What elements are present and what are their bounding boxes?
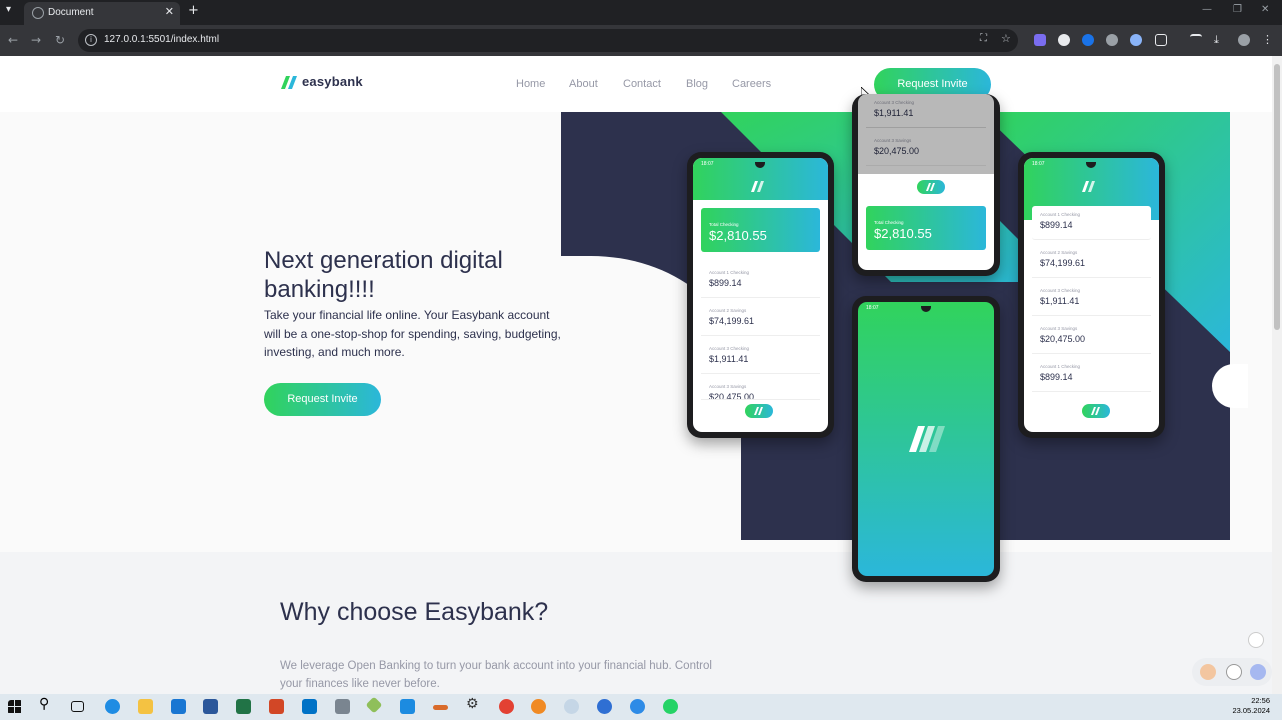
whatsapp-icon[interactable] bbox=[663, 699, 678, 714]
tab-search-icon[interactable]: ▾ bbox=[6, 4, 11, 15]
phone-mockup-left: 18:07 Total Checking $2,810.55 Account 1… bbox=[687, 152, 834, 438]
windows-start-icon[interactable] bbox=[8, 700, 23, 715]
logo-mark-icon bbox=[909, 426, 945, 452]
extension-icon[interactable] bbox=[1058, 34, 1070, 46]
phone-mockup-bottom: 18:07 bbox=[852, 296, 1000, 582]
minimize-icon[interactable]: — bbox=[1202, 4, 1212, 15]
nav-blog[interactable]: Blog bbox=[686, 78, 708, 90]
nav-careers[interactable]: Careers bbox=[732, 78, 771, 90]
app-icon[interactable] bbox=[433, 705, 448, 710]
system-clock[interactable]: 22:56 23.05.2024 bbox=[1232, 696, 1270, 716]
browser-menu-icon[interactable]: ⋮ bbox=[1262, 34, 1274, 46]
new-tab-icon[interactable]: + bbox=[188, 3, 199, 18]
hero-headline: Next generation digital banking!!!! bbox=[264, 247, 503, 303]
account-row: Account 3 Checking $1,911.41 bbox=[701, 340, 820, 374]
extension-icon[interactable] bbox=[1034, 34, 1046, 46]
account-row: Account 2 Savings $74,199.61 bbox=[1032, 244, 1151, 278]
extension-icon[interactable] bbox=[1106, 34, 1118, 46]
logo-mark-icon bbox=[754, 407, 763, 415]
extensions-puzzle-icon[interactable] bbox=[1155, 34, 1167, 46]
scrollbar-thumb[interactable] bbox=[1274, 64, 1280, 330]
download-icon[interactable]: ⤓ bbox=[1214, 34, 1226, 46]
browser-tab[interactable]: Document ✕ bbox=[24, 2, 180, 25]
site-info-icon[interactable]: i bbox=[85, 34, 97, 46]
chrome-icon[interactable] bbox=[499, 699, 514, 714]
account-row: Account 2 Savings $74,199.61 bbox=[701, 302, 820, 336]
reading-list-icon[interactable] bbox=[1190, 34, 1202, 46]
calculator-icon[interactable] bbox=[335, 699, 350, 714]
translate-widget-icon[interactable] bbox=[1248, 632, 1264, 648]
app-action-button bbox=[917, 180, 945, 194]
outlook-icon[interactable] bbox=[302, 699, 317, 714]
section-text: We leverage Open Banking to turn your ba… bbox=[280, 660, 712, 690]
compass-app-icon[interactable] bbox=[531, 699, 546, 714]
search-icon[interactable]: ⚲ bbox=[39, 696, 54, 712]
hero-request-invite-button[interactable]: Request Invite bbox=[264, 383, 381, 416]
translate-icon[interactable]: ⛶ bbox=[980, 33, 987, 44]
ai-brain-icon[interactable] bbox=[1250, 664, 1266, 680]
logo-text: easybank bbox=[302, 74, 363, 89]
omnibox[interactable]: i 127.0.0.1:5501/index.html ⛶ ☆ bbox=[78, 29, 1018, 52]
nav-contact[interactable]: Contact bbox=[623, 78, 661, 90]
page-scrollbar[interactable] bbox=[1272, 56, 1282, 694]
tab-title: Document bbox=[48, 7, 94, 18]
close-window-icon[interactable]: ✕ bbox=[1261, 4, 1269, 15]
edge-icon[interactable] bbox=[105, 699, 120, 714]
excel-icon[interactable] bbox=[236, 699, 251, 714]
account-row: Account 3 Savings $20,475.00 bbox=[1032, 320, 1151, 354]
web-page: easybank Home About Contact Blog Careers… bbox=[0, 56, 1272, 694]
account-row: Account 1 Checking $899.14 bbox=[1032, 358, 1151, 392]
assistant-icon[interactable] bbox=[1200, 664, 1216, 680]
logo-mark-icon bbox=[281, 76, 297, 89]
app-icon[interactable] bbox=[365, 696, 383, 714]
forward-icon[interactable]: → bbox=[31, 33, 41, 47]
nav-home[interactable]: Home bbox=[516, 78, 545, 90]
globe-icon bbox=[32, 7, 44, 19]
taskbar: ⚲ ⚙ 22:56 23.05.2024 bbox=[0, 694, 1282, 720]
logo-mark-icon bbox=[1082, 181, 1095, 192]
extension-icon[interactable] bbox=[1130, 34, 1142, 46]
word-icon[interactable] bbox=[203, 699, 218, 714]
back-icon[interactable]: ← bbox=[8, 33, 18, 47]
file-explorer-icon[interactable] bbox=[138, 699, 153, 714]
hero-side-curve bbox=[1212, 364, 1248, 408]
app-action-button bbox=[1082, 404, 1110, 418]
app-action-button bbox=[745, 404, 773, 418]
mail-icon[interactable] bbox=[171, 699, 186, 714]
account-row: Account 1 Checking $899.14 bbox=[1032, 206, 1151, 240]
vscode-icon[interactable] bbox=[400, 699, 415, 714]
browser-tab-strip: ▾ Document ✕ + — ❐ ✕ bbox=[0, 0, 1282, 25]
logo-mark-icon bbox=[1091, 407, 1100, 415]
account-row: Account 3 Checking $1,911.41 bbox=[1032, 282, 1151, 316]
zoom-icon[interactable] bbox=[630, 699, 645, 714]
settings-gear-icon[interactable]: ⚙ bbox=[466, 696, 481, 712]
app-icon[interactable] bbox=[564, 699, 579, 714]
phone-mockup-right: 18:07 Account 1 Checking $899.14 Account… bbox=[1018, 152, 1165, 438]
profile-avatar[interactable] bbox=[1238, 34, 1250, 46]
close-tab-icon[interactable]: ✕ bbox=[165, 5, 174, 18]
powerpoint-icon[interactable] bbox=[269, 699, 284, 714]
floating-toolbar bbox=[1192, 658, 1272, 686]
total-balance-card: Total Checking $2,810.55 bbox=[701, 208, 820, 252]
hero-subtext: Take your financial life online. Your Ea… bbox=[264, 308, 561, 359]
account-row: Account 3 Savings $20,475.00 bbox=[701, 378, 820, 400]
phone-mockup-top: Account 3 Checking $1,911.41 Account 3 S… bbox=[852, 94, 1000, 276]
app-icon[interactable] bbox=[597, 699, 612, 714]
edit-icon[interactable] bbox=[1226, 664, 1242, 680]
logo-mark-icon bbox=[751, 181, 764, 192]
nav-about[interactable]: About bbox=[569, 78, 598, 90]
section-title: Why choose Easybank? bbox=[280, 598, 549, 626]
restore-icon[interactable]: ❐ bbox=[1233, 4, 1242, 15]
reload-icon[interactable]: ↻ bbox=[55, 33, 65, 47]
bookmark-star-icon[interactable]: ☆ bbox=[1001, 32, 1011, 45]
account-row: Account 1 Checking $899.14 bbox=[701, 264, 820, 298]
site-header: easybank Home About Contact Blog Careers… bbox=[0, 56, 1272, 112]
url-text[interactable]: 127.0.0.1:5501/index.html bbox=[104, 34, 219, 45]
task-view-icon[interactable] bbox=[71, 701, 84, 712]
logo-mark-icon bbox=[926, 183, 935, 191]
extension-icon[interactable] bbox=[1082, 34, 1094, 46]
total-balance-card: Total Checking $2,810.55 bbox=[866, 206, 986, 250]
